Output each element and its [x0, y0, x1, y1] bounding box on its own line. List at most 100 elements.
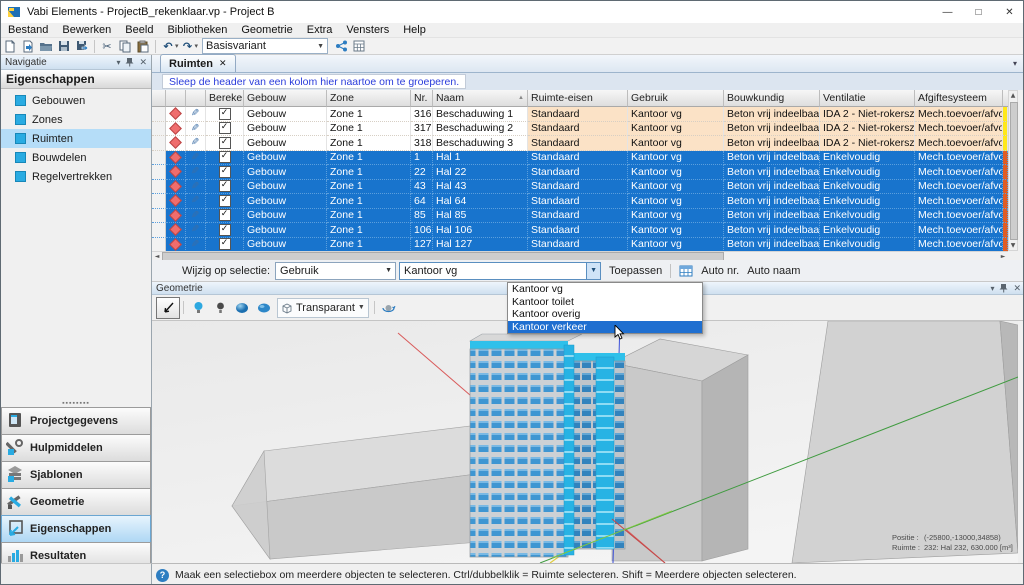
menu-vensters[interactable]: Vensters: [339, 24, 396, 36]
chevron-down-icon[interactable]: ▾: [116, 58, 120, 67]
table-row[interactable]: ✎✓GebouwZone 185Hal 85StandaardKantoor v…: [152, 209, 1008, 224]
select-tool-button[interactable]: [156, 297, 180, 319]
column-header-nr[interactable]: Nr.: [411, 90, 433, 107]
dropdown-option[interactable]: Kantoor verkeer: [508, 321, 702, 334]
share-button[interactable]: [332, 38, 350, 54]
sidebar-item-gebouwen[interactable]: Gebouwen: [1, 91, 151, 110]
auto-naam-button[interactable]: Auto naam: [747, 265, 800, 277]
dropdown-option[interactable]: Kantoor overig: [508, 308, 702, 321]
bereken-checkbox[interactable]: ✓: [219, 166, 231, 178]
shaded-view-button[interactable]: [231, 298, 253, 318]
tab-close-icon[interactable]: ✕: [219, 58, 227, 69]
module-button-projectgegevens[interactable]: Projectgegevens: [1, 407, 151, 434]
gebruik-dropdown-list[interactable]: Kantoor vgKantoor toiletKantoor overigKa…: [507, 282, 703, 334]
table-row[interactable]: ✎✓GebouwZone 1317Beschaduwing 2Standaard…: [152, 122, 1008, 137]
bereken-checkbox[interactable]: ✓: [219, 108, 231, 120]
save-button[interactable]: [55, 38, 73, 54]
pin-icon[interactable]: [125, 57, 134, 67]
table-row[interactable]: ✎✓GebouwZone 164Hal 64StandaardKantoor v…: [152, 194, 1008, 209]
minimize-button[interactable]: —: [932, 1, 963, 23]
paste-button[interactable]: [134, 38, 152, 54]
cut-button[interactable]: ✂: [98, 38, 116, 54]
sidebar-item-bouwdelen[interactable]: Bouwdelen: [1, 148, 151, 167]
variant-combobox[interactable]: Basisvariant▼: [202, 38, 328, 54]
scroll-up-icon[interactable]: ▲: [1009, 92, 1017, 99]
table-row[interactable]: ✎✓GebouwZone 11Hal 1StandaardKantoor vgB…: [152, 151, 1008, 166]
column-header-bouwkundig[interactable]: Bouwkundig: [724, 90, 820, 107]
table-vertical-scrollbar[interactable]: ▲ ▼: [1008, 90, 1018, 251]
column-header-afgiftesysteem[interactable]: Afgiftesysteem: [915, 90, 1003, 107]
bereken-checkbox[interactable]: ✓: [219, 137, 231, 149]
menu-bibliotheken[interactable]: Bibliotheken: [160, 24, 234, 36]
geometry-3d-viewport[interactable]: Positie : (-25800,-13000,34858) Ruimte :…: [152, 321, 1018, 563]
sidebar-item-zones[interactable]: Zones: [1, 110, 151, 129]
building-right-tower[interactable]: [792, 321, 1018, 563]
menu-beeld[interactable]: Beeld: [118, 24, 160, 36]
table-row[interactable]: ✎✓GebouwZone 143Hal 43StandaardKantoor v…: [152, 180, 1008, 195]
column-header-ventilatie[interactable]: Ventilatie: [820, 90, 915, 107]
bereken-checkbox[interactable]: ✓: [219, 224, 231, 236]
column-header-ruimteeisen[interactable]: Ruimte-eisen: [528, 90, 628, 107]
tab-ruimten[interactable]: Ruimten ✕: [160, 54, 236, 72]
column-header-bereke[interactable]: Bereke: [206, 90, 244, 107]
bereken-checkbox[interactable]: ✓: [219, 209, 231, 221]
light-off-button[interactable]: [209, 298, 231, 318]
dropdown-option[interactable]: Kantoor toilet: [508, 296, 702, 309]
bereken-checkbox[interactable]: ✓: [219, 151, 231, 163]
column-header-gebouw[interactable]: Gebouw: [244, 90, 327, 107]
solid-view-button[interactable]: [253, 298, 275, 318]
menu-extra[interactable]: Extra: [300, 24, 340, 36]
building-selected-tower[interactable]: [470, 334, 625, 557]
calculate-button[interactable]: [350, 38, 368, 54]
close-icon[interactable]: ✕: [1013, 283, 1021, 294]
bereken-checkbox[interactable]: ✓: [219, 238, 231, 250]
close-icon[interactable]: ✕: [139, 57, 147, 68]
dropdown-option[interactable]: Kantoor vg: [508, 283, 702, 296]
copy-button[interactable]: [116, 38, 134, 54]
scroll-right-icon[interactable]: ►: [998, 253, 1008, 260]
new-file-button[interactable]: [1, 38, 19, 54]
open-button[interactable]: [37, 38, 55, 54]
bereken-checkbox[interactable]: ✓: [219, 180, 231, 192]
table-row[interactable]: ✎✓GebouwZone 1316Beschaduwing 1Standaard…: [152, 107, 1008, 122]
table-row[interactable]: ✎✓GebouwZone 1106Hal 106StandaardKantoor…: [152, 223, 1008, 238]
save-as-button[interactable]: [73, 38, 91, 54]
sidebar-item-regelvertrekken[interactable]: Regelvertrekken: [1, 167, 151, 186]
column-header-naam[interactable]: Naam▲: [433, 90, 528, 107]
menu-help[interactable]: Help: [396, 24, 433, 36]
building-middle-box[interactable]: [612, 339, 748, 561]
light-on-button[interactable]: [187, 298, 209, 318]
value-combobox[interactable]: Kantoor vg▼: [399, 262, 601, 280]
table-icon[interactable]: [679, 265, 693, 277]
tab-list-dropdown-icon[interactable]: ▾: [1013, 59, 1017, 68]
menu-bestand[interactable]: Bestand: [1, 24, 55, 36]
menu-geometrie[interactable]: Geometrie: [234, 24, 299, 36]
table-horizontal-scrollbar[interactable]: ◄ ►: [152, 251, 1008, 260]
table-row[interactable]: ✎✓GebouwZone 122Hal 22StandaardKantoor v…: [152, 165, 1008, 180]
redo-dropdown-arrow[interactable]: ▾: [195, 42, 199, 50]
scrollbar-thumb[interactable]: [1010, 102, 1018, 240]
bereken-checkbox[interactable]: ✓: [219, 195, 231, 207]
menu-bewerken[interactable]: Bewerken: [55, 24, 118, 36]
maximize-button[interactable]: □: [963, 1, 994, 23]
help-icon[interactable]: ?: [156, 569, 169, 582]
close-button[interactable]: ✕: [994, 1, 1024, 23]
pin-icon[interactable]: [999, 283, 1008, 293]
bereken-checkbox[interactable]: ✓: [219, 122, 231, 134]
orbit-tool-button[interactable]: [378, 298, 400, 318]
property-combobox[interactable]: Gebruik▼: [275, 262, 396, 280]
import-button[interactable]: [19, 38, 37, 54]
module-button-geometrie[interactable]: Geometrie: [1, 488, 151, 515]
sidebar-item-ruimten[interactable]: Ruimten: [1, 129, 151, 148]
column-header-gebruik[interactable]: Gebruik: [628, 90, 724, 107]
scroll-left-icon[interactable]: ◄: [152, 253, 162, 260]
chevron-down-icon[interactable]: ▾: [990, 284, 994, 293]
module-button-eigenschappen[interactable]: Eigenschappen: [1, 515, 151, 542]
table-row[interactable]: ✎✓GebouwZone 1318Beschaduwing 3Standaard…: [152, 136, 1008, 151]
display-mode-combobox[interactable]: Transparant ▼: [277, 298, 369, 318]
apply-button[interactable]: Toepassen: [609, 265, 662, 277]
scroll-down-icon[interactable]: ▼: [1009, 242, 1017, 249]
module-button-hulpmiddelen[interactable]: Hulpmiddelen: [1, 434, 151, 461]
auto-nr-button[interactable]: Auto nr.: [701, 265, 739, 277]
table-row[interactable]: ✎✓GebouwZone 1127Hal 127StandaardKantoor…: [152, 238, 1008, 253]
